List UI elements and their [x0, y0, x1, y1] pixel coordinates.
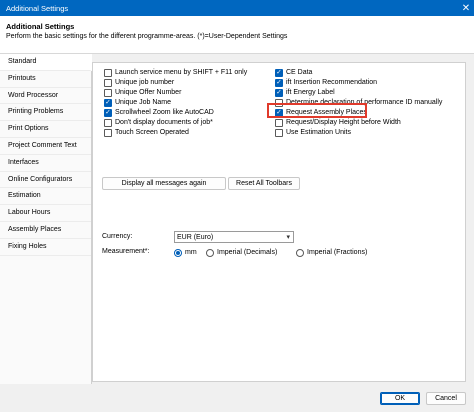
- header-subtitle: Perform the basic settings for the diffe…: [6, 33, 288, 40]
- window-title: Additional Settings: [6, 3, 69, 13]
- tab-interfaces[interactable]: Interfaces: [0, 155, 91, 172]
- option-use-estimation-units[interactable]: Use Estimation Units: [275, 128, 351, 137]
- checkbox-checked[interactable]: [275, 78, 283, 87]
- option-label: Touch Screen Operated: [115, 129, 189, 136]
- option-touch-screen[interactable]: Touch Screen Operated: [104, 128, 189, 137]
- checkbox-checked[interactable]: [275, 68, 283, 77]
- checkbox[interactable]: [104, 118, 112, 127]
- radio-label: mm: [185, 249, 197, 256]
- option-unique-offer-number[interactable]: Unique Offer Number: [104, 88, 181, 97]
- tab-fixing-holes[interactable]: Fixing Holes: [0, 239, 91, 256]
- tab-word-processor[interactable]: Word Processor: [0, 88, 91, 105]
- chevron-down-icon: ▾: [286, 234, 290, 241]
- option-label: Unique Job Name: [115, 99, 172, 106]
- display-all-messages-button[interactable]: Display all messages again: [102, 177, 226, 190]
- checkbox[interactable]: [104, 78, 112, 87]
- tab-project-comment-text[interactable]: Project Comment Text: [0, 138, 91, 155]
- checkbox[interactable]: [275, 118, 283, 127]
- option-ift-energy-label[interactable]: ift Energy Label: [275, 88, 335, 97]
- tab-labour-hours[interactable]: Labour Hours: [0, 205, 91, 222]
- dialog-header: Additional Settings Perform the basic se…: [0, 16, 474, 54]
- cancel-button[interactable]: Cancel: [426, 392, 466, 405]
- checkbox[interactable]: [104, 68, 112, 77]
- radio-selected[interactable]: [174, 248, 182, 257]
- tab-standard[interactable]: Standard: [0, 54, 92, 71]
- currency-select[interactable]: EUR (Euro) ▾: [174, 231, 294, 243]
- option-unique-job-number[interactable]: Unique job number: [104, 78, 174, 87]
- option-ift-insertion[interactable]: ift Insertion Recommendation: [275, 78, 377, 87]
- tab-print-options[interactable]: Print Options: [0, 121, 91, 138]
- radio-imperial-fractions[interactable]: Imperial (Fractions): [296, 248, 367, 257]
- option-label: Don't display documents of job*: [115, 119, 213, 126]
- currency-value: EUR (Euro): [177, 233, 214, 241]
- radio-mm[interactable]: mm: [174, 248, 197, 257]
- option-label: Unique job number: [115, 79, 175, 86]
- highlight-box: [267, 103, 367, 118]
- tab-estimation[interactable]: Estimation: [0, 188, 91, 206]
- tab-assembly-places[interactable]: Assembly Places: [0, 222, 91, 239]
- header-title: Additional Settings: [6, 22, 75, 31]
- checkbox-checked[interactable]: [275, 88, 283, 97]
- radio[interactable]: [206, 248, 214, 257]
- measurement-label: Measurement*:: [102, 248, 150, 255]
- option-scrollwheel-zoom[interactable]: Scrollwheel Zoom like AutoCAD: [104, 108, 214, 117]
- option-dont-display-documents[interactable]: Don't display documents of job*: [104, 118, 213, 127]
- option-label: Scrollwheel Zoom like AutoCAD: [115, 109, 214, 116]
- title-bar: Additional Settings ✕: [0, 0, 474, 16]
- option-ce-data[interactable]: CE Data: [275, 68, 312, 77]
- checkbox[interactable]: [104, 88, 112, 97]
- option-label: Launch service menu by SHIFT + F11 only: [115, 69, 248, 76]
- option-label: Use Estimation Units: [286, 129, 351, 136]
- radio-imperial-decimals[interactable]: Imperial (Decimals): [206, 248, 277, 257]
- option-label: CE Data: [286, 69, 313, 76]
- close-icon[interactable]: ✕: [458, 0, 474, 16]
- ok-button[interactable]: OK: [380, 392, 420, 405]
- settings-sidebar: Standard Printouts Word Processor Printi…: [0, 54, 92, 384]
- option-label: ift Insertion Recommendation: [286, 79, 378, 86]
- option-height-before-width[interactable]: Request/Display Height before Width: [275, 118, 401, 127]
- reset-toolbars-button[interactable]: Reset All Toolbars: [228, 177, 300, 190]
- option-label: Unique Offer Number: [115, 89, 182, 96]
- tab-printing-problems[interactable]: Printing Problems: [0, 104, 91, 122]
- checkbox[interactable]: [275, 128, 283, 137]
- tab-printouts[interactable]: Printouts: [0, 71, 91, 88]
- option-unique-job-name[interactable]: Unique Job Name: [104, 98, 171, 107]
- dialog-footer: OK Cancel: [0, 384, 474, 412]
- radio[interactable]: [296, 248, 304, 257]
- checkbox[interactable]: [104, 128, 112, 137]
- radio-label: Imperial (Fractions): [307, 249, 368, 256]
- radio-label: Imperial (Decimals): [217, 249, 278, 256]
- checkbox-checked[interactable]: [104, 98, 112, 107]
- option-label: Request/Display Height before Width: [286, 119, 401, 126]
- tab-online-configurators[interactable]: Online Configurators: [0, 172, 91, 189]
- currency-label: Currency:: [102, 233, 133, 240]
- option-label: ift Energy Label: [286, 89, 335, 96]
- checkbox-checked[interactable]: [104, 108, 112, 117]
- option-launch-service-menu[interactable]: Launch service menu by SHIFT + F11 only: [104, 68, 247, 77]
